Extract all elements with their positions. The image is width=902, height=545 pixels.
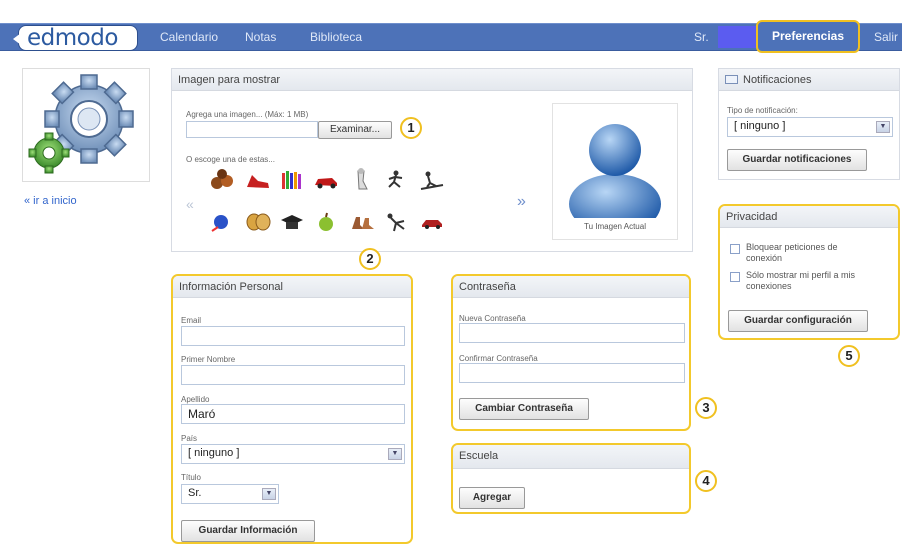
thumb-apple[interactable] <box>312 209 340 235</box>
new-password-field[interactable] <box>459 323 685 343</box>
privacy-title: Privacidad <box>720 206 898 228</box>
preferences-link[interactable]: Preferencias <box>756 20 860 53</box>
email-label: Email <box>181 316 202 325</box>
current-image-caption: Tu Imagen Actual <box>584 222 646 231</box>
nav-grades-link[interactable]: Notas <box>245 30 276 44</box>
privacy-panel: Privacidad Bloquear peticiones de conexi… <box>718 204 900 340</box>
nav-bar: edmodo Calendario Notas Biblioteca Sr. P… <box>0 20 902 53</box>
browse-button[interactable]: Examinar... <box>318 121 392 139</box>
last-name-label: Apellido <box>181 395 210 404</box>
title-select[interactable]: Sr. ▼ <box>181 484 279 504</box>
back-to-home-link[interactable]: « ir a inicio <box>24 195 77 207</box>
upload-file-input[interactable] <box>186 121 318 138</box>
gear-icon <box>28 74 134 174</box>
notifications-title: Notificaciones <box>719 69 899 91</box>
country-label: País <box>181 434 198 443</box>
country-select[interactable]: [ ninguno ] ▼ <box>181 444 405 464</box>
callout-3: 3 <box>695 397 717 419</box>
save-info-button[interactable]: Guardar Información <box>181 520 315 542</box>
personal-info-panel: Información Personal Email Primer Nombre… <box>171 274 413 544</box>
envelope-icon <box>725 75 738 84</box>
last-name-field[interactable]: Maró <box>181 404 405 424</box>
thumb-graduation-cap[interactable] <box>278 209 306 235</box>
choose-label: O escoge una de estas... <box>186 155 275 164</box>
nav-library-link[interactable]: Biblioteca <box>310 30 362 44</box>
title-select-value: Sr. <box>188 487 202 499</box>
current-image-frame: Tu Imagen Actual <box>552 103 678 240</box>
notification-type-value: [ ninguno ] <box>734 120 786 132</box>
thumb-blue-ball[interactable] <box>208 209 236 235</box>
edmodo-logo[interactable]: edmodo <box>13 25 138 51</box>
thumb-boots[interactable] <box>348 209 376 235</box>
save-privacy-button[interactable]: Guardar configuración <box>728 310 868 332</box>
image-panel: Imagen para mostrar Agrega una imagen...… <box>171 68 693 252</box>
user-name-redacted[interactable] <box>718 26 756 48</box>
new-password-label: Nueva Contraseña <box>459 314 526 323</box>
thumb-cookies[interactable] <box>208 167 236 193</box>
thumb-dancer[interactable] <box>382 209 410 235</box>
upload-label: Agrega una imagen... (Máx: 1 MB) <box>186 110 309 119</box>
school-title: Escuela <box>453 445 689 469</box>
country-select-value: [ ninguno ] <box>188 447 240 459</box>
thumb-skier[interactable] <box>418 167 446 193</box>
thumb-car[interactable] <box>312 167 340 193</box>
first-name-field[interactable] <box>181 365 405 385</box>
top-bar: edmodo Calendario Notas Biblioteca Sr. P… <box>0 0 902 72</box>
password-title: Contraseña <box>453 276 689 298</box>
thumb-shoe[interactable] <box>244 167 272 193</box>
notification-type-select[interactable]: [ ninguno ] ▼ <box>727 117 893 137</box>
password-panel: Contraseña Nueva Contraseña Confirmar Co… <box>451 274 691 431</box>
notifications-title-text: Notificaciones <box>743 74 812 86</box>
user-prefix: Sr. <box>694 30 709 44</box>
thumb-crayons[interactable] <box>278 167 306 193</box>
school-panel: Escuela Agregar <box>451 443 691 514</box>
confirm-password-label: Confirmar Contraseña <box>459 354 538 363</box>
avatar-icon <box>569 124 661 234</box>
chevron-down-icon: ▼ <box>388 448 402 460</box>
thumb-figure[interactable] <box>348 167 376 193</box>
personal-info-title: Información Personal <box>173 276 411 298</box>
logout-link[interactable]: Salir <box>874 30 898 44</box>
image-panel-title: Imagen para mostrar <box>172 69 692 91</box>
thumb-runner[interactable] <box>382 167 410 193</box>
prev-arrow[interactable]: « <box>186 196 194 212</box>
thumb-masks[interactable] <box>244 209 272 235</box>
callout-5: 5 <box>838 345 860 367</box>
email-field[interactable] <box>181 326 405 346</box>
only-connections-checkbox[interactable] <box>730 272 740 282</box>
callout-1: 1 <box>400 117 422 139</box>
title-label: Título <box>181 473 202 482</box>
notification-type-label: Tipo de notificación: <box>727 106 798 115</box>
block-requests-label: Bloquear peticiones de conexión <box>746 242 838 263</box>
callout-2: 2 <box>359 248 381 270</box>
notifications-panel: Notificaciones Tipo de notificación: [ n… <box>718 68 900 180</box>
chevron-down-icon: ▼ <box>876 121 890 133</box>
thumb-toy-car[interactable] <box>418 209 446 235</box>
confirm-password-field[interactable] <box>459 363 685 383</box>
first-name-label: Primer Nombre <box>181 355 236 364</box>
nav-calendar-link[interactable]: Calendario <box>160 30 218 44</box>
change-password-button[interactable]: Cambiar Contraseña <box>459 398 589 420</box>
callout-4: 4 <box>695 470 717 492</box>
chevron-down-icon: ▼ <box>262 488 276 500</box>
block-requests-checkbox[interactable] <box>730 244 740 254</box>
only-connections-label: Sólo mostrar mi perfil a mis conexiones <box>746 270 856 291</box>
save-notifications-button[interactable]: Guardar notificaciones <box>727 149 867 171</box>
add-school-button[interactable]: Agregar <box>459 487 525 509</box>
next-arrow[interactable]: » <box>517 193 526 211</box>
profile-gear-image <box>22 68 150 182</box>
